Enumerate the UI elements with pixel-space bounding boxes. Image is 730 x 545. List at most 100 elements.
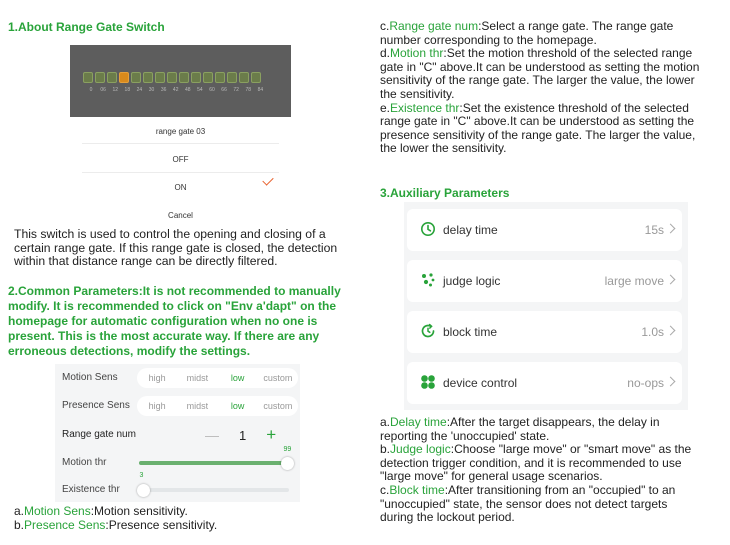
card-name: delay time	[443, 223, 498, 237]
note-prefix: c.	[380, 482, 390, 497]
refresh-clock-icon	[421, 323, 435, 338]
section3-notes: a.Delay time:After the target disappears…	[380, 415, 725, 525]
item-text: :Set the existence threshold of the sele…	[459, 100, 689, 115]
note-judge-logic: b.Judge logic:Choose "large move" or "sm…	[380, 442, 725, 484]
presence-sens-label: Presence Sens	[62, 400, 130, 411]
note-text: :Motion sensitivity.	[90, 504, 188, 518]
card-value: large move	[604, 274, 664, 288]
gate-block[interactable]	[251, 72, 261, 83]
option-midst[interactable]: midst	[177, 368, 217, 388]
gate-block[interactable]	[83, 72, 93, 83]
note-key: Motion Sens	[24, 504, 91, 518]
note-text: :Choose "large move" or "smart move" as …	[450, 442, 692, 457]
gate-block[interactable]	[167, 72, 177, 83]
card-value: 15s	[644, 223, 664, 237]
four-petal-icon	[421, 375, 435, 389]
gate-block[interactable]	[155, 72, 165, 83]
note-key: Presence Sens	[24, 517, 106, 532]
minus-button[interactable]: —	[205, 427, 219, 443]
heading-line: modify. It is recommended to click on "E…	[8, 299, 337, 313]
item-text: range gate in "C" above.It can be unders…	[380, 114, 695, 129]
judge-logic-card[interactable]: judge logic large move	[407, 260, 682, 302]
gate-block[interactable]	[107, 72, 117, 83]
presence-sens-options: high midst low custom	[137, 396, 298, 416]
note-prefix: b.	[14, 517, 25, 532]
auxiliary-parameters-panel: delay time 15s judge logic large move bl…	[404, 202, 688, 410]
range-gate-sheet: range gate 03 OFF ON	[70, 117, 291, 226]
note-key: Judge logic	[390, 442, 451, 457]
item-text: :Set the motion threshold of the selecte…	[443, 46, 693, 61]
existence-thr-slider[interactable]	[139, 488, 289, 492]
card-name: block time	[443, 325, 498, 339]
cancel-button[interactable]: Cancel	[70, 211, 291, 220]
option-custom[interactable]: custom	[258, 368, 298, 388]
item-prefix: e.	[380, 100, 391, 115]
motion-sens-options: high midst low custom	[137, 368, 298, 388]
device-control-card[interactable]: device control no-ops	[407, 362, 682, 404]
gate-distance-label: 12	[112, 87, 119, 93]
item-text: :Select a range gate. The range gate	[478, 19, 674, 33]
plus-button[interactable]: +	[266, 425, 276, 445]
gate-strip: 0 06 12 18 24 30 36 42 48 54 60 66 72 78 84	[70, 45, 291, 117]
motion-thr-label: Motion thr	[62, 457, 107, 468]
option-high[interactable]: high	[137, 396, 177, 416]
note-prefix: b.	[380, 442, 391, 457]
gate-block-selected[interactable]	[119, 72, 129, 83]
text-line: certain range gate. If this range gate i…	[14, 240, 338, 255]
section1-text: This switch is used to control the openi…	[14, 227, 338, 269]
existence-thr-knob[interactable]	[137, 484, 150, 497]
note-text: detection trigger condition, and it is r…	[380, 455, 682, 470]
gate-block[interactable]	[191, 72, 201, 83]
option-custom[interactable]: custom	[258, 396, 298, 416]
range-gate-num-row: Range gate num — 1 +	[55, 421, 300, 448]
gate-distance-label: 36	[160, 87, 167, 93]
card-value: 1.0s	[641, 325, 664, 339]
section2-notes: a.Motion Sens:Motion sensitivity. b.Pres…	[14, 504, 217, 532]
item-range-gate-num: c.Range gate num:Select a range gate. Th…	[380, 19, 725, 47]
item-text: sensitivity of the range gate. The large…	[380, 73, 695, 88]
gate-distance-label: 24	[136, 87, 143, 93]
gate-distance-labels: 0 06 12 18 24 30 36 42 48 54 60 66 72 78 84	[85, 87, 266, 93]
presence-sens-row: Presence Sens high midst low custom	[55, 392, 300, 419]
gate-block[interactable]	[143, 72, 153, 83]
on-option[interactable]: ON	[70, 183, 291, 192]
option-low[interactable]: low	[218, 368, 258, 388]
range-gate-stepper: — 1 +	[205, 425, 276, 445]
note-text: during the lockout period.	[380, 510, 515, 525]
gate-distance-label: 30	[148, 87, 155, 93]
dialog-title: range gate 03	[155, 127, 206, 136]
note-block-time: c.Block time:After transitioning from an…	[380, 482, 725, 525]
motion-sens-row: Motion Sens high midst low custom	[55, 364, 300, 391]
gate-block[interactable]	[227, 72, 237, 83]
gate-block[interactable]	[215, 72, 225, 83]
item-prefix: d.	[380, 46, 391, 61]
gate-block[interactable]	[95, 72, 105, 83]
item-existence-thr: e.Existence thr:Set the existence thresh…	[380, 100, 725, 156]
gate-distance-label: 06	[100, 87, 106, 93]
card-value: no-ops	[627, 376, 664, 390]
block-time-card[interactable]: block time 1.0s	[407, 311, 682, 353]
gate-block[interactable]	[203, 72, 213, 83]
item-text: the lower the sensitivity.	[380, 141, 507, 156]
gate-distance-label: 48	[185, 87, 191, 93]
option-midst[interactable]: midst	[177, 396, 217, 416]
common-parameters-panel: Motion Sens high midst low custom Presen…	[55, 364, 300, 502]
option-high[interactable]: high	[137, 368, 177, 388]
item-text: number corresponding to the homepage.	[380, 32, 597, 47]
chevron-right-icon	[665, 325, 676, 336]
off-option[interactable]: OFF	[70, 155, 291, 164]
note-key: Delay time	[390, 415, 447, 429]
heading-line: 2.Common Parameters:It is not recommende…	[8, 284, 341, 298]
card-name: device control	[443, 376, 518, 390]
chevron-right-icon	[665, 376, 676, 387]
gate-block[interactable]	[131, 72, 141, 83]
gate-block[interactable]	[179, 72, 189, 83]
delay-time-card[interactable]: delay time 15s	[407, 209, 682, 251]
note-text: "unoccupied" state, the sensor does not …	[380, 496, 668, 511]
item-key: Existence thr	[390, 100, 460, 115]
gate-block[interactable]	[239, 72, 249, 83]
motion-thr-knob[interactable]	[281, 457, 294, 470]
motion-thr-slider[interactable]	[139, 461, 289, 465]
heading-line: present. This is the most accurate way. …	[8, 329, 320, 343]
option-low[interactable]: low	[218, 396, 258, 416]
